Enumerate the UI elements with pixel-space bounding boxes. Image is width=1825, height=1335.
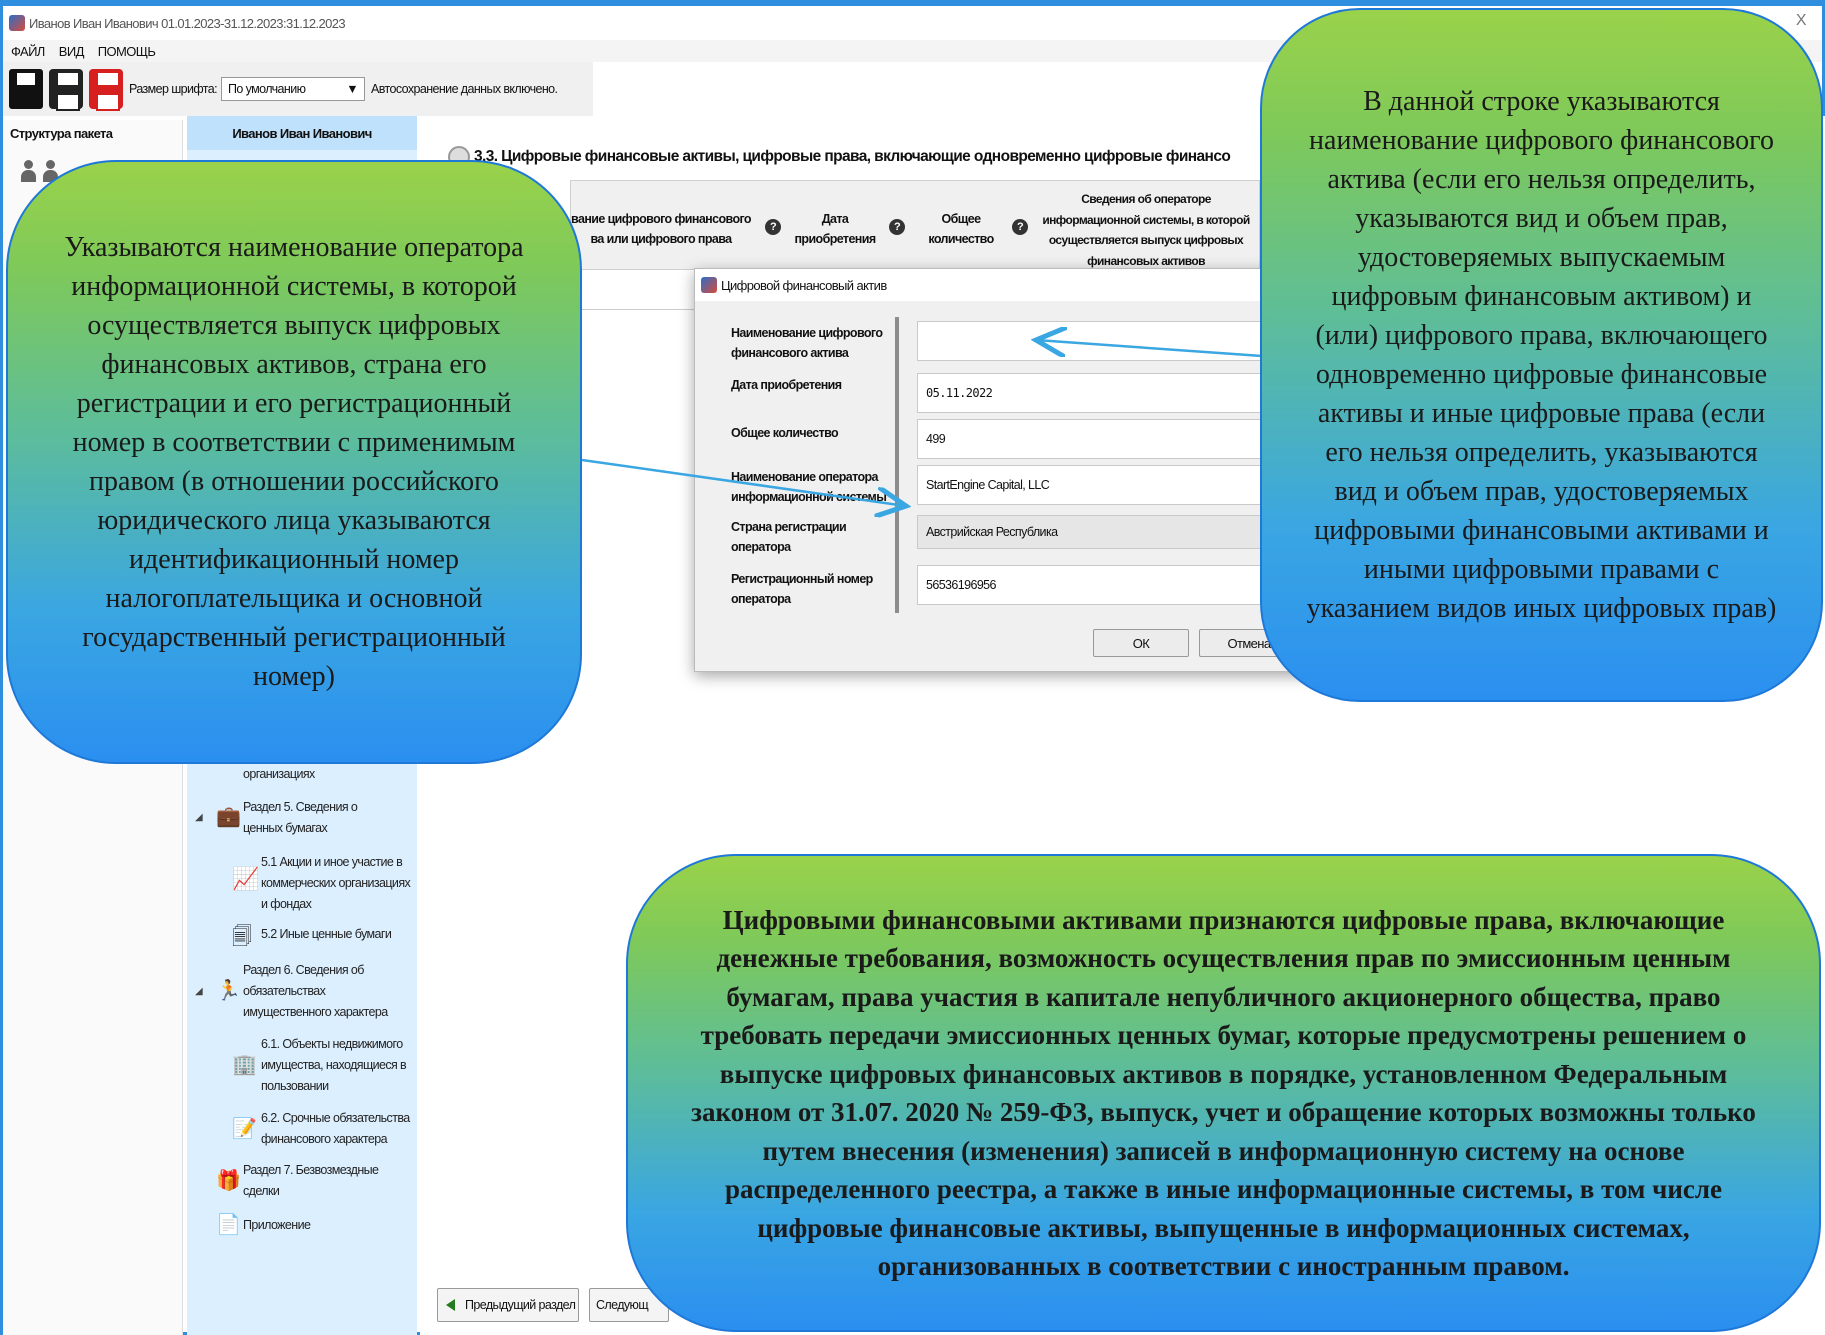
callout-asset-name-info: В данной строке указываются наименование…: [1260, 8, 1823, 702]
arrow-to-asset-name-field: [1036, 340, 1263, 358]
arrow-to-operator-field: [581, 458, 906, 506]
callout-operator-info: Указываются наименование оператора инфор…: [6, 160, 582, 764]
callout-definition: Цифровыми финансовыми активами признаютс…: [626, 854, 1821, 1332]
